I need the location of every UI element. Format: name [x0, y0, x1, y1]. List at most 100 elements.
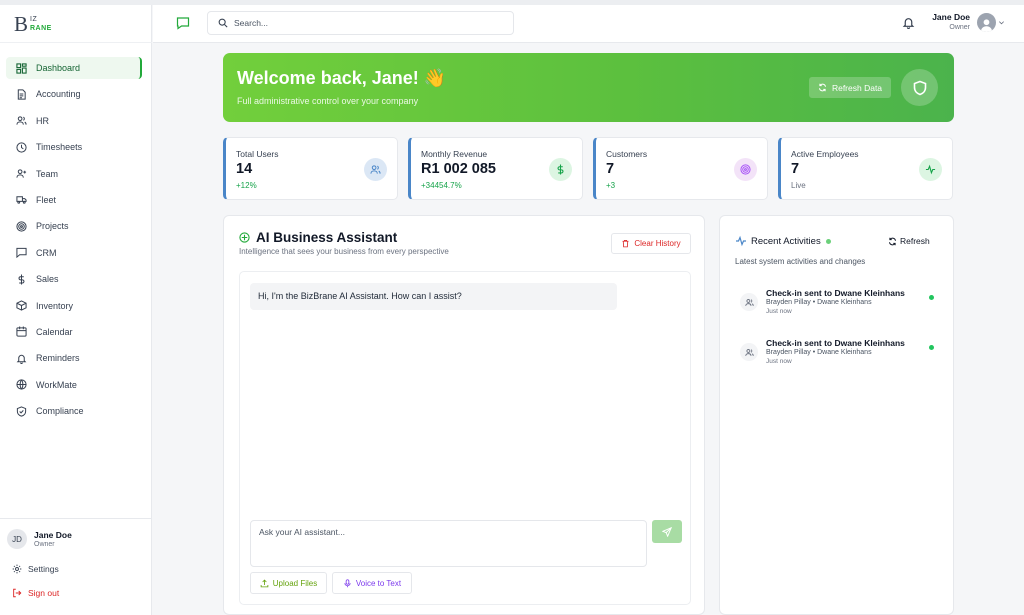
sidebar-item-label: HR [36, 115, 49, 126]
header-user[interactable]: Jane Doe Owner [928, 12, 970, 31]
assistant-subtitle: Intelligence that sees your business fro… [239, 247, 449, 256]
users-icon [740, 293, 758, 311]
sidebar-item-projects[interactable]: Projects [6, 215, 142, 237]
refresh-icon [818, 83, 826, 92]
status-dot [929, 295, 934, 300]
ai-prompt-input[interactable] [250, 520, 647, 567]
search-icon [218, 18, 228, 28]
chevron-down-icon[interactable] [998, 19, 1005, 26]
refresh-data-label: Refresh Data [831, 82, 883, 93]
bell-icon [15, 352, 27, 364]
chat-bubble-icon[interactable] [176, 16, 190, 30]
refresh-data-button[interactable]: Refresh Data [809, 77, 891, 98]
sidebar-item-reminders[interactable]: Reminders [6, 347, 142, 369]
stat-value: 7 [606, 161, 615, 177]
stat-change: +12% [236, 181, 257, 190]
send-icon [662, 526, 672, 537]
sidebar-item-label: Projects [36, 221, 69, 232]
notification-bell-icon[interactable] [902, 16, 915, 29]
sidebar-item-label: Timesheets [36, 142, 83, 153]
brand-logo[interactable]: B IZ RANE [14, 13, 58, 37]
header-user-role: Owner [949, 24, 970, 31]
truck-icon [15, 194, 27, 206]
sidebar-item-accounting[interactable]: Accounting [6, 83, 142, 105]
sidebar-item-label: Inventory [36, 300, 74, 311]
sidebar-item-sales[interactable]: Sales [6, 268, 142, 290]
activity-people: Brayden Pillay • Dwane Kleinhans [766, 349, 872, 356]
sidebar-item-fleet[interactable]: Fleet [6, 189, 142, 211]
avatar: JD [7, 529, 27, 549]
activities-subtitle: Latest system activities and changes [735, 257, 866, 266]
send-button[interactable] [652, 520, 682, 543]
stat-value: 7 [791, 161, 800, 177]
status-dot [929, 345, 934, 350]
target-icon [15, 220, 27, 232]
header-user-name: Jane Doe [932, 12, 970, 22]
assistant-heading: AI Business Assistant [239, 230, 397, 245]
shield-check-icon [15, 405, 27, 417]
activity-title: Check-in sent to Dwane Kleinhans [766, 338, 905, 348]
sidebar-item-label: CRM [36, 247, 57, 258]
activity-people: Brayden Pillay • Dwane Kleinhans [766, 299, 872, 306]
assistant-message: Hi, I'm the BizBrane AI Assistant. How c… [250, 283, 617, 310]
stat-value: 14 [236, 161, 253, 177]
sidebar-item-timesheets[interactable]: Timesheets [6, 136, 142, 158]
stat-label: Active Employees [791, 149, 859, 159]
activity-item[interactable]: Check-in sent to Dwane Kleinhans Brayden… [740, 288, 940, 328]
upload-icon [260, 579, 269, 587]
sidebar-user[interactable]: JD Jane Doe Owner [7, 529, 72, 549]
stat-card-active-employees: Active Employees 7 Live [778, 137, 953, 200]
activities-refresh-button[interactable]: Refresh [888, 236, 930, 246]
sidebar-item-label: WorkMate [36, 379, 77, 390]
sidebar-divider [0, 518, 152, 519]
logo-text-bottom: RANE [30, 25, 52, 32]
stat-change: +3 [606, 181, 616, 190]
sidebar-item-inventory[interactable]: Inventory [6, 295, 142, 317]
clear-history-label: Clear History [634, 239, 681, 248]
sidebar-item-dashboard[interactable]: Dashboard [6, 57, 142, 79]
user-silhouette-icon [980, 19, 993, 32]
search-input[interactable] [234, 18, 494, 28]
message-icon [15, 247, 27, 259]
activity-icon [919, 158, 942, 181]
stat-change: +34454.7% [421, 181, 462, 190]
globe-icon [15, 379, 27, 391]
logout-icon [13, 588, 22, 598]
clear-history-button[interactable]: Clear History [611, 233, 691, 254]
sidebar-item-calendar[interactable]: Calendar [6, 321, 142, 343]
stat-label: Total Users [236, 149, 279, 159]
upload-files-button[interactable]: Upload Files [250, 572, 327, 594]
sidebar-item-label: Team [36, 168, 59, 179]
sidebar-item-workmate[interactable]: WorkMate [6, 374, 142, 396]
sidebar-nav: Dashboard Accounting HR Timesheets Team [6, 57, 142, 426]
sidebar-item-label: Compliance [36, 406, 84, 417]
assistant-title: AI Business Assistant [256, 230, 398, 245]
activities-title: Recent Activities [751, 235, 821, 247]
activity-item[interactable]: Check-in sent to Dwane Kleinhans Brayden… [740, 338, 940, 378]
dollar-icon [15, 273, 27, 285]
user-name: Jane Doe [34, 530, 72, 540]
activity-title: Check-in sent to Dwane Kleinhans [766, 288, 905, 298]
sidebar-item-hr[interactable]: HR [6, 110, 142, 132]
stat-change: Live [791, 181, 806, 190]
search-box[interactable] [207, 11, 514, 35]
sign-out-link[interactable]: Sign out [12, 588, 59, 598]
sidebar-item-team[interactable]: Team [6, 163, 142, 185]
box-icon [15, 300, 27, 312]
sidebar: B IZ RANE Dashboard Accounting HR Timesh… [0, 5, 152, 615]
sidebar-item-compliance[interactable]: Compliance [6, 400, 142, 422]
sidebar-item-label: Calendar [36, 326, 73, 337]
sidebar-item-crm[interactable]: CRM [6, 242, 142, 264]
calendar-icon [15, 326, 27, 338]
gear-icon [12, 564, 22, 574]
refresh-icon [889, 237, 896, 245]
settings-link[interactable]: Settings [12, 564, 59, 574]
voice-to-text-button[interactable]: Voice to Text [332, 572, 412, 594]
stat-label: Monthly Revenue [421, 149, 488, 159]
sidebar-item-label: Fleet [36, 194, 57, 205]
dashboard-icon [15, 62, 27, 74]
users-icon [740, 343, 758, 361]
microphone-icon [344, 578, 351, 587]
recent-activities-panel: Recent Activities Refresh Latest system … [719, 215, 954, 615]
avatar[interactable] [977, 13, 996, 32]
